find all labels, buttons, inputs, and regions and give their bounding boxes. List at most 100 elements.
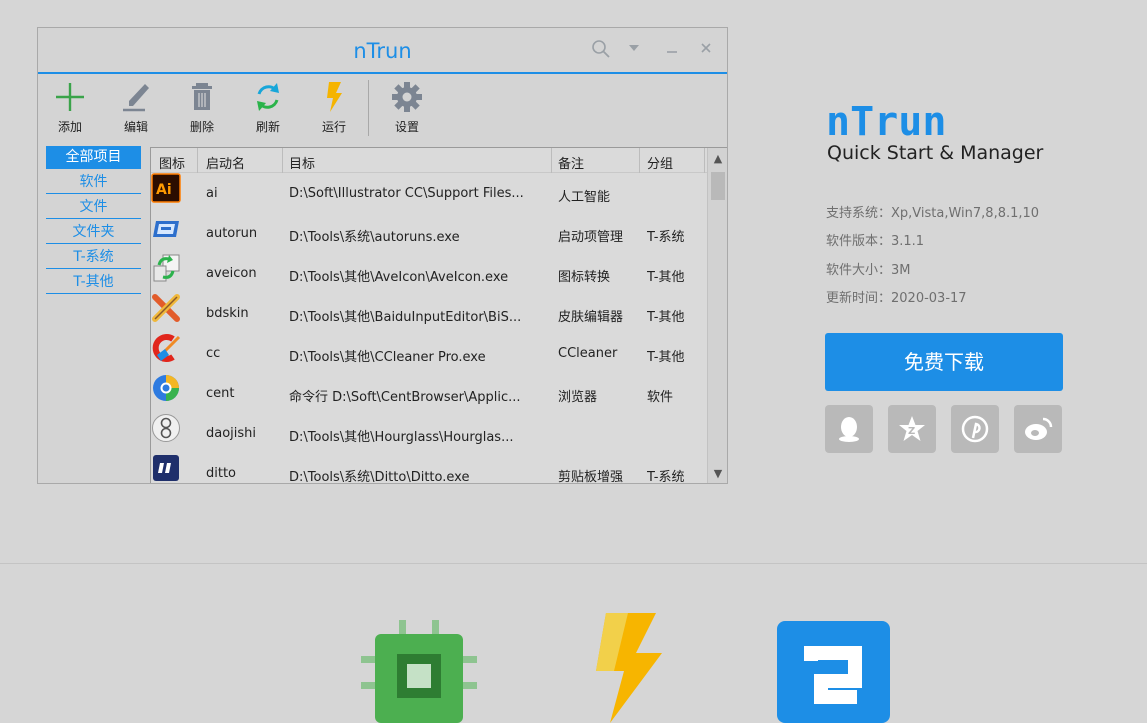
ntrun-logo: nTrun xyxy=(826,104,946,138)
product-subtitle: Quick Start & Manager xyxy=(827,142,1044,164)
row-target: D:\Tools\其他\AveIcon\AveIcon.exe xyxy=(289,270,509,285)
share-weibo-button[interactable] xyxy=(1014,405,1062,453)
lightning-icon xyxy=(327,82,342,112)
bdskin-icon xyxy=(152,294,180,322)
menu-dropdown-icon[interactable] xyxy=(627,42,641,54)
row-note: 图标转换 xyxy=(558,270,611,285)
table-row[interactable]: Ai ai D:\Soft\Illustrator CC\Support Fil… xyxy=(151,173,727,213)
table-row[interactable]: autorun D:\Tools\系统\autoruns.exe 启动项管理 T… xyxy=(151,213,727,253)
toolbar-separator xyxy=(368,80,369,136)
hourglass-icon xyxy=(152,414,180,442)
lightning-feature-icon xyxy=(596,613,662,723)
row-group: T-其他 xyxy=(647,310,685,325)
row-target: D:\Tools\其他\CCleaner Pro.exe xyxy=(289,350,486,365)
search-icon[interactable] xyxy=(590,38,612,60)
weibo-icon xyxy=(1025,417,1053,440)
row-name: cent xyxy=(206,386,235,401)
row-group: T-其他 xyxy=(647,350,685,365)
col-header-icon[interactable]: 图标 xyxy=(159,153,185,172)
info-size: 软件大小：3M xyxy=(826,263,911,278)
category-sidebar: 全部项目 软件 文件 文件夹 T-系统 T-其他 xyxy=(46,146,141,296)
col-divider xyxy=(704,148,705,173)
chip-icon xyxy=(361,620,477,723)
edit-button[interactable]: 编辑 xyxy=(110,80,162,135)
window-title: nTrun xyxy=(353,39,412,63)
refresh-button[interactable]: 刷新 xyxy=(242,80,294,135)
row-note: 浏览器 xyxy=(558,390,598,405)
run-button[interactable]: 运行 xyxy=(308,80,360,135)
settings-label: 设置 xyxy=(394,120,419,134)
minimize-icon[interactable] xyxy=(665,42,679,56)
share-qq-button[interactable] xyxy=(825,405,873,453)
aveicon-icon xyxy=(153,254,180,282)
trash-icon xyxy=(192,83,212,110)
delete-label: 删除 xyxy=(189,120,214,134)
title-bar: nTrun xyxy=(38,28,727,74)
scroll-up-icon[interactable]: ▲ xyxy=(708,152,727,165)
row-name: cc xyxy=(206,346,221,361)
col-header-target[interactable]: 目标 xyxy=(289,153,315,172)
download-button[interactable]: 免费下载 xyxy=(825,333,1063,391)
sidebar-item-t-other[interactable]: T-其他 xyxy=(46,271,141,294)
toolbar: 添加 编辑 删除 刷新 运行 设置 xyxy=(38,74,727,140)
run-label: 运行 xyxy=(321,120,346,134)
row-note: 剪贴板增强 xyxy=(558,470,624,483)
section-divider xyxy=(0,563,1147,564)
share-pinterest-button[interactable] xyxy=(951,405,999,453)
row-note: 启动项管理 xyxy=(558,230,624,245)
qzone-star-icon: Z xyxy=(899,416,925,441)
row-name: aveicon xyxy=(206,266,257,281)
sidebar-item-folders[interactable]: 文件夹 xyxy=(46,221,141,244)
row-name: ai xyxy=(206,186,218,201)
col-header-name[interactable]: 启动名 xyxy=(206,153,245,172)
add-label: 添加 xyxy=(57,120,82,134)
table-row[interactable]: aveicon D:\Tools\其他\AveIcon\AveIcon.exe … xyxy=(151,253,727,293)
table-header: 图标 启动名 目标 备注 分组 xyxy=(151,148,727,173)
sidebar-item-all[interactable]: 全部项目 xyxy=(46,146,141,169)
centbrowser-icon xyxy=(153,375,179,401)
info-system: 支持系统：Xp,Vista,Win7,8,8.1,10 xyxy=(826,206,1040,221)
row-target: D:\Tools\系统\Ditto\Ditto.exe xyxy=(289,470,470,483)
row-name: autorun xyxy=(206,226,258,241)
scroll-down-icon[interactable]: ▼ xyxy=(708,467,727,480)
row-group: T-系统 xyxy=(647,230,685,245)
number-two-icon xyxy=(777,621,890,723)
col-divider xyxy=(197,148,198,173)
ditto-icon xyxy=(153,455,179,481)
logo-text: nTrun xyxy=(826,104,946,138)
col-divider xyxy=(551,148,552,173)
pinterest-icon xyxy=(961,415,989,443)
row-note: CCleaner xyxy=(558,346,618,361)
pencil-icon xyxy=(123,84,149,112)
row-name: ditto xyxy=(206,466,237,481)
share-qzone-button[interactable]: Z xyxy=(888,405,936,453)
plus-icon xyxy=(56,83,84,111)
add-button[interactable]: 添加 xyxy=(44,80,96,135)
col-header-note[interactable]: 备注 xyxy=(558,153,584,172)
launch-items-table: 图标 启动名 目标 备注 分组 Ai ai D:\Soft\Illustrato… xyxy=(150,147,727,483)
col-header-group[interactable]: 分组 xyxy=(647,153,673,172)
sidebar-item-t-system[interactable]: T-系统 xyxy=(46,246,141,269)
sidebar-item-files[interactable]: 文件 xyxy=(46,196,141,219)
settings-button[interactable]: 设置 xyxy=(381,80,433,135)
row-name: bdskin xyxy=(206,306,249,321)
delete-button[interactable]: 删除 xyxy=(176,80,228,135)
table-row[interactable]: cc D:\Tools\其他\CCleaner Pro.exe CCleaner… xyxy=(151,333,727,373)
sidebar-item-software[interactable]: 软件 xyxy=(46,171,141,194)
table-row[interactable]: cent 命令行 D:\Soft\CentBrowser\Applic... 浏… xyxy=(151,373,727,413)
table-row[interactable]: daojishi D:\Tools\其他\Hourglass\Hourglas.… xyxy=(151,413,727,453)
row-note: 皮肤编辑器 xyxy=(558,310,624,325)
table-row[interactable]: ditto D:\Tools\系统\Ditto\Ditto.exe 剪贴板增强 … xyxy=(151,453,727,483)
svg-text:Ai: Ai xyxy=(156,182,172,198)
row-target: D:\Tools\其他\Hourglass\Hourglas... xyxy=(289,430,514,445)
info-version: 软件版本：3.1.1 xyxy=(826,234,925,249)
table-row[interactable]: bdskin D:\Tools\其他\BaiduInputEditor\BiS.… xyxy=(151,293,727,333)
table-scrollbar[interactable]: ▲ ▼ xyxy=(707,148,727,483)
gear-icon xyxy=(392,82,422,112)
row-group: T-其他 xyxy=(647,270,685,285)
row-target: 命令行 D:\Soft\CentBrowser\Applic... xyxy=(289,390,521,405)
refresh-icon xyxy=(257,83,279,111)
scrollbar-thumb[interactable] xyxy=(711,172,725,200)
row-group: T-系统 xyxy=(647,470,685,483)
close-icon[interactable] xyxy=(699,41,713,55)
